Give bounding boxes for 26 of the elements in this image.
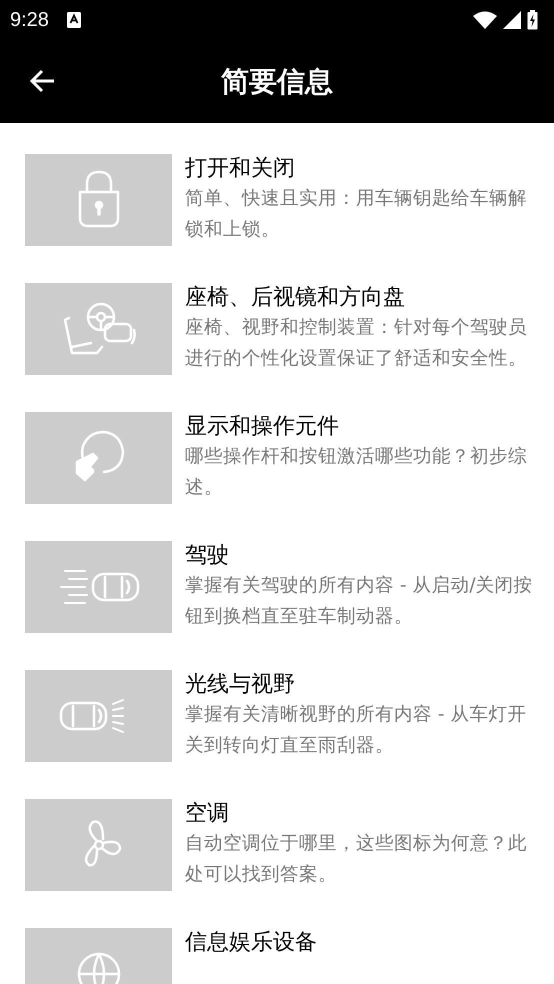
topic-description: 掌握有关清晰视野的所有内容 - 从车灯开关到转向灯直至雨刮器。 [185,703,528,758]
fan-icon[interactable] [25,799,172,891]
notification-icon [66,12,81,28]
signal-icon [503,11,521,29]
topic-title: 空调 [185,800,230,828]
topic-title: 信息娱乐设备 [185,929,317,957]
screen-title: 简要信息 [221,64,333,100]
touch-icon[interactable] [25,412,172,504]
clock: 9:28 [10,8,49,32]
battery-icon [527,10,538,30]
topic-title: 打开和关闭 [185,155,296,183]
topic-description: 哪些操作杆和按钮激活哪些功能？初步综述。 [185,445,528,500]
topic-title: 光线与视野 [185,671,296,699]
topic-title: 显示和操作元件 [185,413,340,441]
topic-description: 简单、快速且实用：用车辆钥匙给车辆解锁和上锁。 [185,187,528,242]
wifi-icon [473,11,497,29]
lock-icon[interactable] [25,154,172,246]
topic-title: 驾驶 [185,542,230,570]
car-headlight-icon[interactable] [25,670,172,762]
back-arrow-icon[interactable] [30,69,56,93]
topic-description: 掌握有关驾驶的所有内容 - 从启动/关闭按钮到换档直至驻车制动器。 [185,574,534,629]
topic-description: 座椅、视野和控制装置：针对每个驾驶员进行的个性化设置保证了舒适和安全性。 [185,316,528,371]
topic-description: 自动空调位于哪里，这些图标为何意？此处可以找到答案。 [185,832,528,887]
topic-title: 座椅、后视镜和方向盘 [185,284,406,312]
seat-steering-mirror-icon[interactable] [25,283,172,375]
car-icon[interactable] [25,541,172,633]
